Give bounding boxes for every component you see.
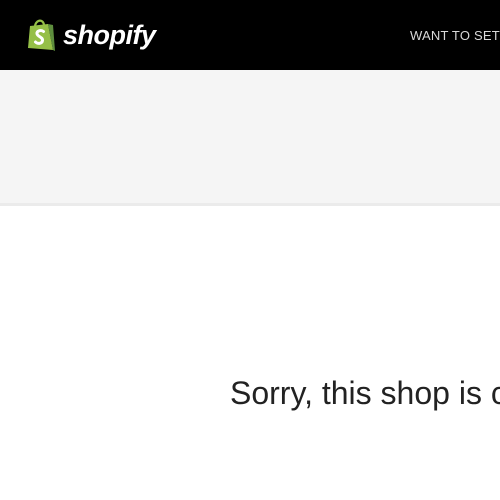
shop-unavailable-message: Sorry, this shop is c bbox=[230, 375, 500, 411]
hero-band bbox=[0, 70, 500, 206]
brand-wordmark: shopify bbox=[63, 19, 156, 50]
shopping-bag-icon bbox=[28, 19, 55, 51]
setup-store-link[interactable]: WANT TO SETU bbox=[410, 28, 500, 43]
page: shopify WANT TO SETU Sorry, this shop is… bbox=[0, 0, 500, 500]
shopify-logo-link[interactable]: shopify bbox=[26, 16, 156, 54]
top-bar: shopify WANT TO SETU bbox=[0, 0, 500, 70]
